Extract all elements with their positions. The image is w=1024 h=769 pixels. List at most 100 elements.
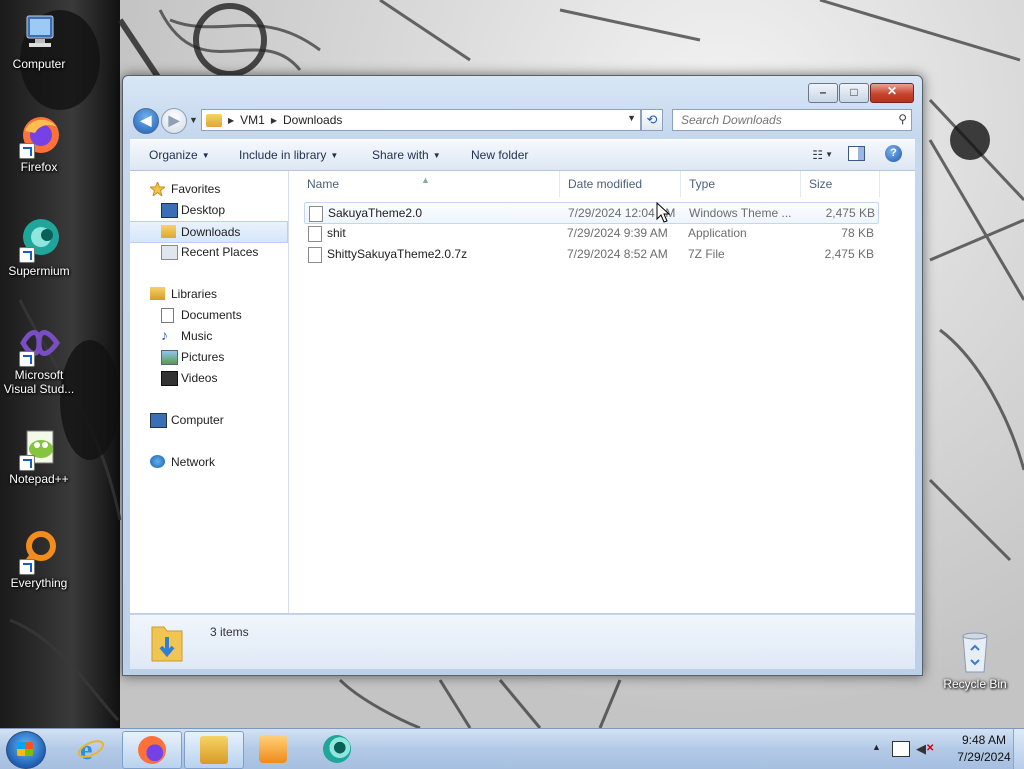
search-box: ⚲ bbox=[672, 109, 912, 131]
forward-button[interactable]: ▶ bbox=[161, 108, 187, 134]
address-history-dropdown[interactable]: ▼ bbox=[627, 113, 636, 123]
taskbar-file-explorer[interactable] bbox=[184, 731, 244, 769]
new-folder-button[interactable]: New folder bbox=[471, 148, 528, 162]
file-date-modified: 7/29/2024 8:52 AM bbox=[567, 247, 668, 261]
muted-indicator-icon: ✕ bbox=[926, 743, 935, 754]
nav-music[interactable]: ♪ Music bbox=[130, 326, 288, 346]
shortcut-arrow-icon bbox=[19, 247, 35, 263]
preview-pane-icon[interactable] bbox=[848, 146, 865, 161]
taskbar-firefox[interactable] bbox=[122, 731, 182, 769]
breadcrumb-separator-icon[interactable]: ▶ bbox=[271, 116, 277, 125]
file-type: Windows Theme ... bbox=[689, 206, 792, 220]
share-with-menu[interactable]: Share with ▼ bbox=[372, 148, 441, 162]
nav-network[interactable]: Network bbox=[130, 452, 288, 472]
minimize-button[interactable]: – bbox=[808, 83, 838, 103]
desktop-icon-supermium[interactable]: Supermium bbox=[0, 217, 78, 278]
desktop-icon-firefox[interactable]: Firefox bbox=[0, 113, 78, 174]
desktop-icon-computer[interactable]: Computer bbox=[0, 10, 78, 71]
taskbar-media-player[interactable] bbox=[244, 731, 302, 767]
desktop-icon-notepad-plus-plus[interactable]: Notepad++ bbox=[0, 425, 78, 486]
taskbar-supermium[interactable] bbox=[308, 731, 366, 767]
desktop-folder-icon bbox=[161, 203, 178, 218]
include-in-library-menu[interactable]: Include in library ▼ bbox=[239, 148, 338, 162]
archive-file-icon bbox=[308, 247, 322, 263]
notepad-plus-plus-icon bbox=[17, 425, 61, 471]
breadcrumb-separator-icon[interactable]: ▶ bbox=[228, 116, 234, 125]
explorer-window: – □ ✕ ◀ ▶ ▼ ▶ VM1 ▶ Downloads ▼ ⟲ ⚲ Orga… bbox=[122, 75, 923, 676]
nav-videos[interactable]: Videos bbox=[130, 368, 288, 388]
nav-downloads-label: Downloads bbox=[181, 225, 241, 239]
shortcut-arrow-icon bbox=[19, 143, 35, 159]
file-date-modified: 7/29/2024 9:39 AM bbox=[567, 226, 668, 240]
breadcrumb-vm1[interactable]: VM1 bbox=[240, 113, 265, 127]
shortcut-arrow-icon bbox=[19, 455, 35, 471]
file-row[interactable]: ShittySakuyaTheme2.0.7z 7/29/2024 8:52 AM… bbox=[304, 244, 877, 264]
taskbar-internet-explorer[interactable]: e bbox=[62, 731, 120, 767]
supermium-icon bbox=[17, 217, 61, 263]
refresh-button[interactable]: ⟲ bbox=[641, 109, 663, 131]
desktop-icon-visual-studio[interactable]: Microsoft Visual Stud... bbox=[0, 321, 78, 396]
clock-time[interactable]: 9:48 AM bbox=[954, 733, 1014, 747]
star-icon bbox=[148, 180, 167, 198]
search-input[interactable] bbox=[679, 110, 888, 130]
view-options-dropdown[interactable]: ▼ bbox=[825, 150, 833, 159]
show-desktop-button[interactable] bbox=[1013, 729, 1024, 769]
network-status-icon[interactable] bbox=[892, 741, 910, 757]
close-button[interactable]: ✕ bbox=[870, 83, 914, 103]
details-pane: 3 items bbox=[130, 614, 915, 669]
system-tray: ▲ ◀ ✕ 9:48 AM 7/29/2024 bbox=[864, 729, 1024, 769]
nav-network-label: Network bbox=[171, 455, 216, 469]
taskbar: e ▲ ◀ ✕ 9:48 AM 7/29/2024 bbox=[0, 728, 1024, 769]
show-hidden-icons-arrow[interactable]: ▲ bbox=[872, 742, 881, 752]
breadcrumb-downloads[interactable]: Downloads bbox=[283, 113, 342, 127]
desktop-icon-recycle-bin[interactable]: Recycle Bin bbox=[936, 630, 1014, 691]
nav-downloads[interactable]: Downloads bbox=[130, 221, 288, 243]
nav-videos-label: Videos bbox=[181, 371, 218, 385]
recent-places-icon bbox=[161, 245, 178, 260]
folder-icon bbox=[206, 113, 222, 127]
share-with-label: Share with bbox=[372, 148, 429, 162]
visual-studio-icon bbox=[17, 321, 61, 367]
nav-documents[interactable]: Documents bbox=[130, 305, 288, 325]
maximize-button[interactable]: □ bbox=[839, 83, 869, 103]
internet-explorer-icon: e bbox=[77, 735, 105, 766]
desktop-icon-label: Recycle Bin bbox=[943, 677, 1007, 691]
organize-menu[interactable]: Organize ▼ bbox=[149, 148, 210, 162]
supermium-icon bbox=[323, 735, 351, 763]
nav-desktop-label: Desktop bbox=[181, 203, 226, 217]
volume-icon[interactable]: ◀ bbox=[916, 741, 926, 757]
nav-recent-places[interactable]: Recent Places bbox=[130, 242, 288, 262]
desktop-icon-label: Everything bbox=[10, 576, 68, 590]
file-row[interactable]: shit 7/29/2024 9:39 AM Application 78 KB bbox=[304, 223, 877, 243]
nav-pictures-label: Pictures bbox=[181, 350, 225, 364]
theme-file-icon bbox=[309, 206, 323, 222]
file-row[interactable]: SakuyaTheme2.0 7/29/2024 12:04 AM Windows … bbox=[304, 202, 879, 224]
clock-date[interactable]: 7/29/2024 bbox=[950, 750, 1018, 764]
window-controls: – □ ✕ bbox=[808, 83, 914, 103]
search-icon[interactable]: ⚲ bbox=[898, 112, 907, 126]
column-header-type[interactable]: Type bbox=[681, 171, 801, 197]
help-icon[interactable]: ? bbox=[885, 145, 902, 162]
back-arrow-icon: ◀ bbox=[140, 112, 152, 128]
change-view-icon[interactable]: ☷ bbox=[812, 148, 823, 162]
desktop-icon-everything[interactable]: Everything bbox=[0, 529, 78, 590]
nav-desktop[interactable]: Desktop bbox=[130, 200, 288, 220]
back-button[interactable]: ◀ bbox=[133, 108, 159, 134]
nav-pictures[interactable]: Pictures bbox=[130, 347, 288, 367]
recent-pages-dropdown[interactable]: ▼ bbox=[189, 115, 198, 125]
column-header-name[interactable]: ▲ Name bbox=[289, 171, 560, 197]
nav-computer[interactable]: Computer bbox=[130, 410, 288, 430]
file-size: 2,475 KB bbox=[824, 247, 874, 261]
nav-favorites[interactable]: Favorites bbox=[130, 179, 288, 199]
nav-libraries[interactable]: Libraries bbox=[130, 284, 288, 304]
nav-favorites-label: Favorites bbox=[171, 182, 221, 196]
column-header-date-modified[interactable]: Date modified bbox=[560, 171, 681, 197]
desktop-icon-label: Microsoft Visual Stud... bbox=[3, 368, 75, 396]
address-bar[interactable]: ▶ VM1 ▶ Downloads ▼ bbox=[201, 109, 641, 131]
column-header-size[interactable]: Size bbox=[801, 171, 880, 197]
documents-icon bbox=[161, 308, 174, 323]
column-type-label: Type bbox=[689, 177, 716, 191]
start-button[interactable] bbox=[6, 731, 46, 769]
file-name: SakuyaTheme2.0 bbox=[328, 206, 423, 220]
organize-label: Organize bbox=[149, 148, 198, 162]
